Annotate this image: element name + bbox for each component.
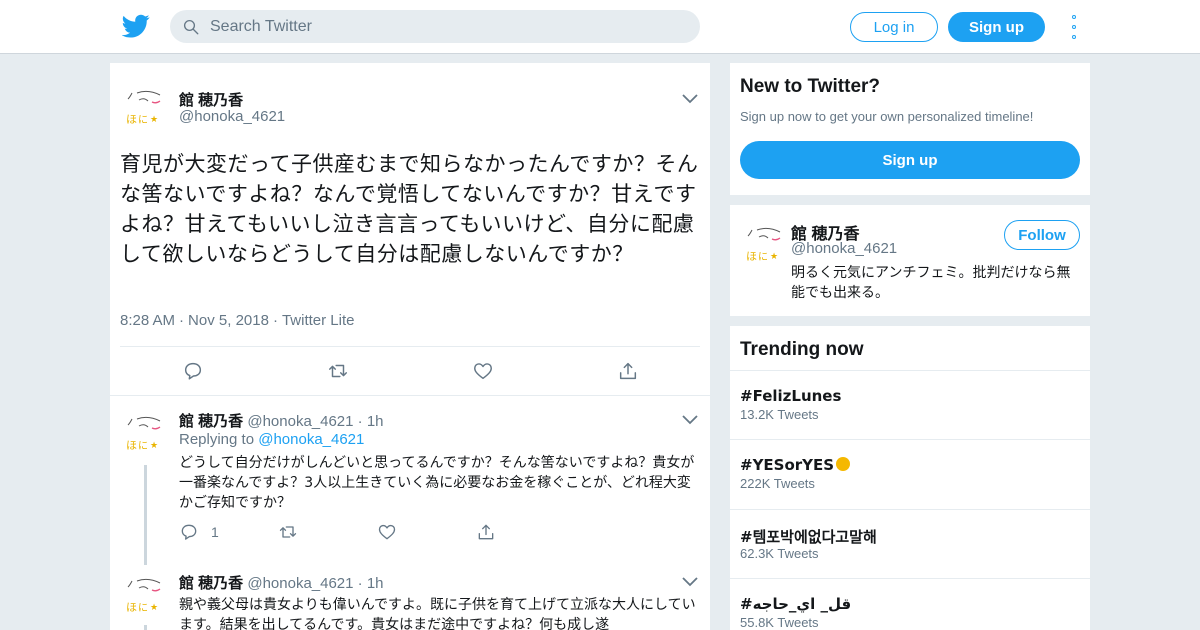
trend-name[interactable]: #FelizLunes <box>740 387 841 405</box>
trend-count: 55.8K Tweets <box>740 615 819 630</box>
reply-header: 館 穂乃香 @honoka_4621 · 1h <box>179 572 384 593</box>
tweet-thread: ほ に ★ 館 穂乃香 @honoka_4621 育児が大変だって子供産むまで知… <box>110 63 710 630</box>
thread-connector-line <box>144 625 147 630</box>
svg-text:に: に <box>138 440 148 452</box>
retweet-icon <box>279 526 297 538</box>
signup-card: New to Twitter? Sign up now to get your … <box>730 63 1090 195</box>
replying-to: Replying to @honoka_4621 <box>179 431 364 448</box>
svg-text:に: に <box>138 114 148 126</box>
top-navigation-bar: Log in Sign up <box>0 0 1200 54</box>
retweet-action[interactable] <box>278 522 298 542</box>
more-options-icon[interactable] <box>1068 15 1080 39</box>
meta-separator: · <box>357 575 363 592</box>
share-action[interactable] <box>617 360 639 382</box>
signup-button[interactable]: Sign up <box>948 12 1045 42</box>
retweet-action[interactable] <box>327 360 349 382</box>
tweet-author-name[interactable]: 館 穂乃香 <box>179 89 243 110</box>
avatar[interactable]: ほ に ★ <box>122 571 168 617</box>
signup-card-button[interactable]: Sign up <box>740 141 1080 179</box>
reply-count: 1 <box>211 524 219 540</box>
login-button[interactable]: Log in <box>850 12 938 42</box>
svg-text:に: に <box>758 251 768 263</box>
reply-action[interactable]: 1 <box>179 522 219 542</box>
avatar[interactable]: ほ に ★ <box>122 83 168 129</box>
search-input[interactable] <box>210 17 670 36</box>
trend-item[interactable]: #YESorYES 222K Tweets <box>730 439 1090 508</box>
trend-name[interactable]: #YESorYES <box>740 456 834 474</box>
like-action[interactable] <box>472 360 494 382</box>
tweet-time[interactable]: 8:28 AM <box>120 312 175 329</box>
svg-text:ほ: ほ <box>126 601 137 614</box>
emoji-face-icon <box>836 457 851 471</box>
share-icon <box>619 362 637 380</box>
tweet-author-name[interactable]: 館 穂乃香 <box>179 575 243 592</box>
profile-handle[interactable]: @honoka_4621 <box>791 240 897 257</box>
trend-count: 222K Tweets <box>740 476 815 491</box>
chevron-down-icon[interactable] <box>682 575 698 587</box>
trend-name[interactable]: #قل_ اي_حاجه <box>740 595 851 613</box>
reply-header: 館 穂乃香 @honoka_4621 · 1h <box>179 410 384 431</box>
tweet-age[interactable]: 1h <box>367 413 384 430</box>
chevron-down-icon[interactable] <box>682 92 698 104</box>
trend-name[interactable]: #템포박에없다고말해 <box>740 526 877 547</box>
signup-card-title: New to Twitter? <box>740 76 881 97</box>
tweet-metadata: 8:28 AM · Nov 5, 2018 · Twitter Lite <box>120 312 354 329</box>
trend-count: 62.3K Tweets <box>740 546 819 561</box>
tweet-author-handle[interactable]: @honoka_4621 <box>247 413 353 430</box>
avatar[interactable]: ほ に ★ <box>742 220 788 266</box>
trend-name-wrapper[interactable]: #YESorYES <box>740 456 851 474</box>
signup-card-subtitle: Sign up now to get your own personalized… <box>740 109 1034 124</box>
profile-bio: 明るく元気にアンチフェミ。批判だけなら無能でも出来る。 <box>791 265 1071 301</box>
twitter-bird-icon[interactable] <box>122 12 150 40</box>
reply-icon <box>181 524 197 540</box>
tweet-author-handle[interactable]: @honoka_4621 <box>179 108 285 125</box>
replying-to-handle[interactable]: @honoka_4621 <box>258 431 364 448</box>
retweet-icon <box>329 364 347 378</box>
trend-item[interactable]: #FelizLunes 13.2K Tweets <box>730 370 1090 439</box>
follow-button[interactable]: Follow <box>1004 220 1080 250</box>
svg-text:★: ★ <box>150 441 158 451</box>
tweet-text: どうして自分だけがしんどいと思ってるんですか？そんな筈ないですよね？貴女が一番楽… <box>179 455 695 511</box>
svg-text:★: ★ <box>770 252 778 262</box>
trending-title: Trending now <box>740 339 864 360</box>
svg-text:★: ★ <box>150 603 158 613</box>
tweet-date[interactable]: Nov 5, 2018 <box>188 312 269 329</box>
reply-icon <box>184 362 202 380</box>
trend-item[interactable]: #قل_ اي_حاجه 55.8K Tweets <box>730 578 1090 630</box>
svg-text:★: ★ <box>150 115 158 125</box>
tweet-author-handle[interactable]: @honoka_4621 <box>247 575 353 592</box>
svg-text:に: に <box>138 602 148 614</box>
tweet-text: 親や義父母は貴女よりも偉いんですよ。既に子供を育て上げて立派な大人にしています。… <box>179 597 696 630</box>
svg-text:ほ: ほ <box>126 439 137 452</box>
tweet-text: 育児が大変だって子供産むまで知らなかったんですか？そんな筈ないですよね？なんで覚… <box>120 152 699 266</box>
tweet-author-name[interactable]: 館 穂乃香 <box>179 413 243 430</box>
meta-separator: · <box>179 312 185 329</box>
svg-text:ほ: ほ <box>746 250 757 263</box>
avatar[interactable]: ほ に ★ <box>122 409 168 455</box>
tweet-source[interactable]: Twitter Lite <box>282 312 355 329</box>
share-action[interactable] <box>476 522 496 542</box>
profile-card: ほ に ★ 館 穂乃香 @honoka_4621 Follow 明るく元気にアン… <box>730 205 1090 316</box>
like-action[interactable] <box>377 522 397 542</box>
reply-action[interactable] <box>182 360 204 382</box>
meta-separator: · <box>357 413 363 430</box>
divider <box>110 395 710 396</box>
svg-text:ほ: ほ <box>126 113 137 126</box>
thread-connector-line <box>144 465 147 565</box>
heart-icon <box>378 524 396 540</box>
share-icon <box>478 524 494 540</box>
search-box[interactable] <box>170 10 700 43</box>
trending-card: Trending now #FelizLunes 13.2K Tweets #Y… <box>730 326 1090 630</box>
search-icon <box>183 19 199 34</box>
replying-to-label: Replying to <box>179 431 255 448</box>
tweet-age[interactable]: 1h <box>367 575 384 592</box>
heart-icon <box>474 363 492 380</box>
meta-separator: · <box>272 312 278 329</box>
chevron-down-icon[interactable] <box>682 413 698 425</box>
divider <box>120 346 700 347</box>
trend-item[interactable]: #템포박에없다고말해 62.3K Tweets <box>730 509 1090 578</box>
trend-count: 13.2K Tweets <box>740 407 819 422</box>
